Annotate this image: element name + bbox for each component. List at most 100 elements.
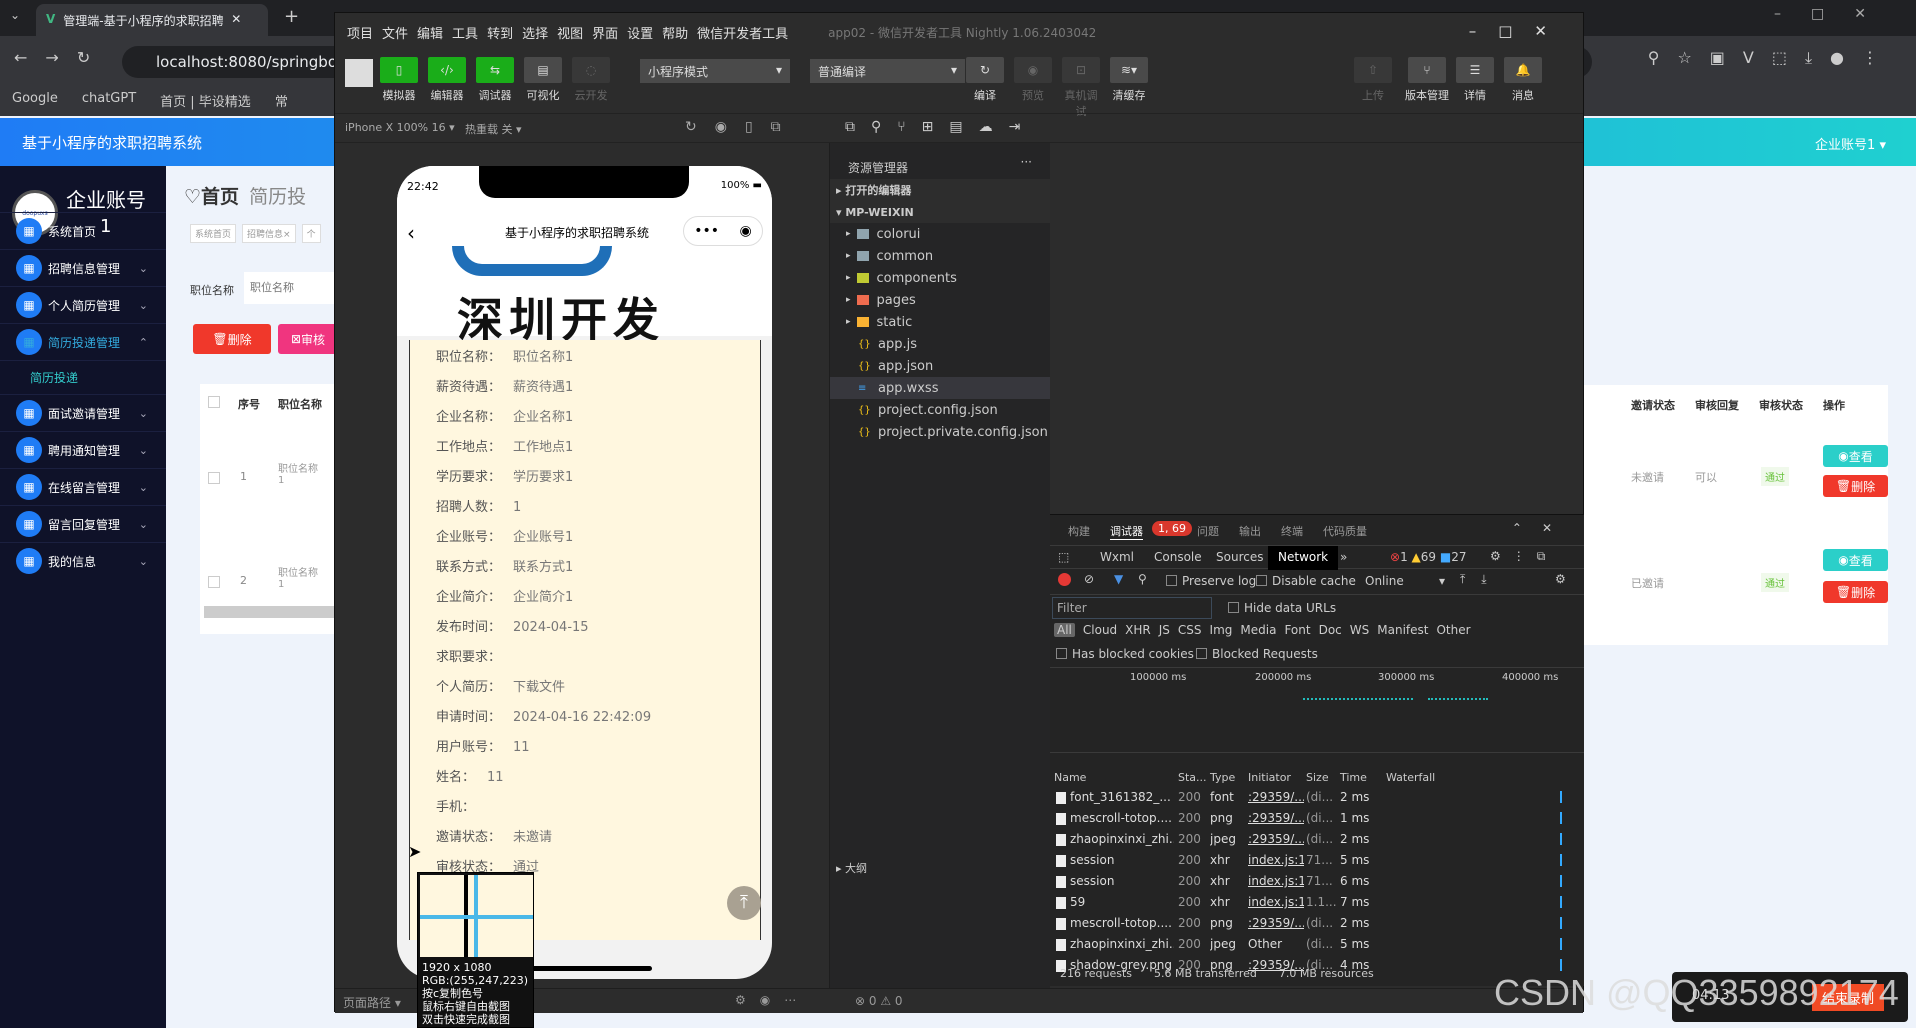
debugger-button[interactable]: ⇆ 调试器 <box>475 57 515 103</box>
col-waterfall[interactable]: Waterfall <box>1386 771 1435 784</box>
network-row[interactable]: 59 200 xhr index.js:1 1.1... 7 ms <box>1050 892 1570 913</box>
file-tree-item[interactable]: ▸ colorui <box>830 223 1050 245</box>
tag-home[interactable]: 系统首页 <box>190 224 237 243</box>
window-controls[interactable]: –□✕ <box>1469 22 1569 40</box>
network-row[interactable]: session 200 xhr index.js:1 71... 6 ms <box>1050 871 1570 892</box>
throttle-select[interactable]: Online ▾ <box>1365 574 1445 588</box>
sidebar-item[interactable]: ▦ 招聘信息管理 ⌄ <box>0 249 166 286</box>
sidebar-item[interactable]: 简历投递 <box>0 360 166 394</box>
network-overview[interactable]: 100000 ms 200000 ms 300000 ms 400000 ms <box>1050 667 1584 753</box>
outline-section[interactable]: ▸ 大纲 <box>830 856 1050 878</box>
menu-item[interactable]: 帮助 <box>662 23 688 42</box>
review-button[interactable]: ⊠ 审核 <box>278 324 338 354</box>
compile-button[interactable]: ↻ 编译 <box>965 57 1005 103</box>
debug-tab[interactable]: 问题 <box>1197 523 1219 540</box>
tab-network[interactable]: Network <box>1268 546 1339 570</box>
version-button[interactable]: ⑂ 版本管理 <box>1401 57 1453 103</box>
network-row[interactable]: session 200 xhr index.js:1 71... 5 ms <box>1050 850 1570 871</box>
col-time[interactable]: Time <box>1340 771 1367 784</box>
col-status[interactable]: Sta... <box>1178 771 1207 784</box>
import-export-icons[interactable]: ⤒⤓ <box>1460 572 1503 587</box>
network-row[interactable]: mescroll-totop.... 200 png:29359/... (di...… <box>1050 808 1570 829</box>
sidebar-item[interactable]: ▦ 聘用通知管理 ⌄ <box>0 431 166 468</box>
tab-wxml[interactable]: Wxml <box>1100 550 1134 564</box>
editor-button[interactable]: ‹/› 编辑器 <box>427 57 467 103</box>
tab-search-icon[interactable]: ⌄ <box>10 8 20 22</box>
network-row[interactable]: zhaopinxinxi_zhi... 200 jpeg Other (di... 5 m… <box>1050 934 1570 955</box>
delete-button[interactable]: 🗑 删除 <box>193 324 271 354</box>
debug-tab[interactable]: 输出 <box>1239 523 1261 540</box>
nav-buttons[interactable]: ←→↻ <box>14 48 108 67</box>
messages-button[interactable]: 🔔 消息 <box>1503 57 1543 103</box>
hot-reload-select[interactable]: 热重载 关 ▾ <box>465 121 522 137</box>
menu-item[interactable]: 设置 <box>627 23 653 42</box>
network-settings-icon[interactable]: ⚙ <box>1555 572 1566 586</box>
tab-console[interactable]: Console <box>1154 550 1202 564</box>
tab-sources[interactable]: Sources <box>1216 550 1263 564</box>
blocked-requests-checkbox[interactable]: Blocked Requests <box>1196 647 1318 661</box>
tag-recruit[interactable]: 招聘信息× <box>242 224 296 243</box>
file-tree-item[interactable]: ▸ common <box>830 245 1050 267</box>
type-filter[interactable]: Img <box>1210 623 1233 637</box>
menu-item[interactable]: 选择 <box>522 23 548 42</box>
open-editors-section[interactable]: ▸ 打开的编辑器 <box>830 179 1050 201</box>
upload-button[interactable]: ⇧ 上传 <box>1353 57 1393 103</box>
sidebar-item[interactable]: ▦ 留言回复管理 ⌄ <box>0 505 166 542</box>
new-tab-button[interactable]: + <box>284 6 299 27</box>
menu-item[interactable]: 文件 <box>382 23 408 42</box>
sidebar-item[interactable]: ▦ 系统首页 <box>0 212 166 249</box>
preserve-log-checkbox[interactable]: Preserve log <box>1166 574 1256 588</box>
back-icon[interactable]: ‹ <box>407 221 415 245</box>
sidebar-item[interactable]: ▦ 我的信息 ⌄ <box>0 542 166 579</box>
clear-cache-button[interactable]: ≋▾ 清缓存 <box>1109 57 1149 103</box>
filter-icon[interactable]: ▼ <box>1114 572 1123 586</box>
menu-item[interactable]: 项目 <box>347 23 373 42</box>
sidebar-item[interactable]: ▦ 个人简历管理 ⌄ <box>0 286 166 323</box>
visual-button[interactable]: ▤ 可视化 <box>523 57 563 103</box>
status-icons[interactable]: ⚙◉⋯ <box>735 993 810 1007</box>
menu-item[interactable]: 编辑 <box>417 23 443 42</box>
file-tree-item[interactable]: {} app.json <box>830 355 1050 377</box>
explorer-action-icons[interactable]: ⧉⚲⑂⊞▤☁⇥ <box>845 119 1036 135</box>
col-name[interactable]: Name <box>1054 771 1086 784</box>
cloud-button[interactable]: ◌ 云开发 <box>571 57 611 103</box>
sidebar-item[interactable]: ▦ 简历投递管理 ⌃ <box>0 323 166 360</box>
file-tree-item[interactable]: {} project.config.json <box>830 399 1050 421</box>
panel-controls[interactable]: ⌃✕ <box>1512 521 1572 535</box>
blocked-cookies-checkbox[interactable]: Has blocked cookies <box>1056 647 1194 661</box>
search-icon[interactable]: ⚲ <box>1138 572 1147 586</box>
browser-tab[interactable]: V 管理端-基于小程序的求职招聘系统 ✕ <box>36 4 268 36</box>
preview-button[interactable]: ◉ 预览 <box>1013 57 1053 103</box>
file-tree-item[interactable]: ≡ app.wxss <box>830 377 1050 399</box>
tab-close-icon[interactable]: ✕ <box>231 12 241 28</box>
settings-icons[interactable]: ⚙⋮⧉ <box>1490 549 1557 564</box>
search-input[interactable] <box>244 272 334 304</box>
sidebar-item[interactable]: ▦ 在线留言管理 ⌄ <box>0 468 166 505</box>
inspect-icon[interactable]: ⬚ <box>1058 550 1069 564</box>
type-filter[interactable]: XHR <box>1125 623 1151 637</box>
disable-cache-checkbox[interactable]: Disable cache <box>1256 574 1356 588</box>
sidebar-item[interactable]: ▦ 面试邀请管理 ⌄ <box>0 394 166 431</box>
type-filter[interactable]: Cloud <box>1083 623 1117 637</box>
debug-tab[interactable]: 代码质量 <box>1323 523 1367 540</box>
type-filter[interactable]: JS <box>1159 623 1170 637</box>
simulator-button[interactable]: ▯ 模拟器 <box>379 57 419 103</box>
col-size[interactable]: Size <box>1306 771 1329 784</box>
file-tree-item[interactable]: ▸ components <box>830 267 1050 289</box>
menu-item[interactable]: 视图 <box>557 23 583 42</box>
debug-tab[interactable]: 终端 <box>1281 523 1303 540</box>
view-button[interactable]: ◉ 查看 <box>1823 549 1888 571</box>
explorer-more-button[interactable]: ··· <box>1021 155 1032 169</box>
network-row[interactable]: font_3161382_... 200 font:29359/... (di... 2… <box>1050 787 1570 808</box>
debug-tab[interactable]: 构建 <box>1068 523 1090 540</box>
type-filter[interactable]: CSS <box>1178 623 1202 637</box>
bookmark-google[interactable]: Google <box>12 91 58 111</box>
col-initiator[interactable]: Initiator <box>1248 771 1291 784</box>
issue-counts[interactable]: ⊗1 ▲69 ■27 <box>1390 550 1467 564</box>
details-button[interactable]: ☰ 详情 <box>1455 57 1495 103</box>
avatar[interactable] <box>345 59 373 87</box>
clear-icon[interactable]: ⊘ <box>1084 572 1094 586</box>
menu-item[interactable]: 转到 <box>487 23 513 42</box>
debug-tab[interactable]: 调试器 <box>1110 523 1143 540</box>
more-tabs-icon[interactable]: » <box>1340 550 1347 564</box>
